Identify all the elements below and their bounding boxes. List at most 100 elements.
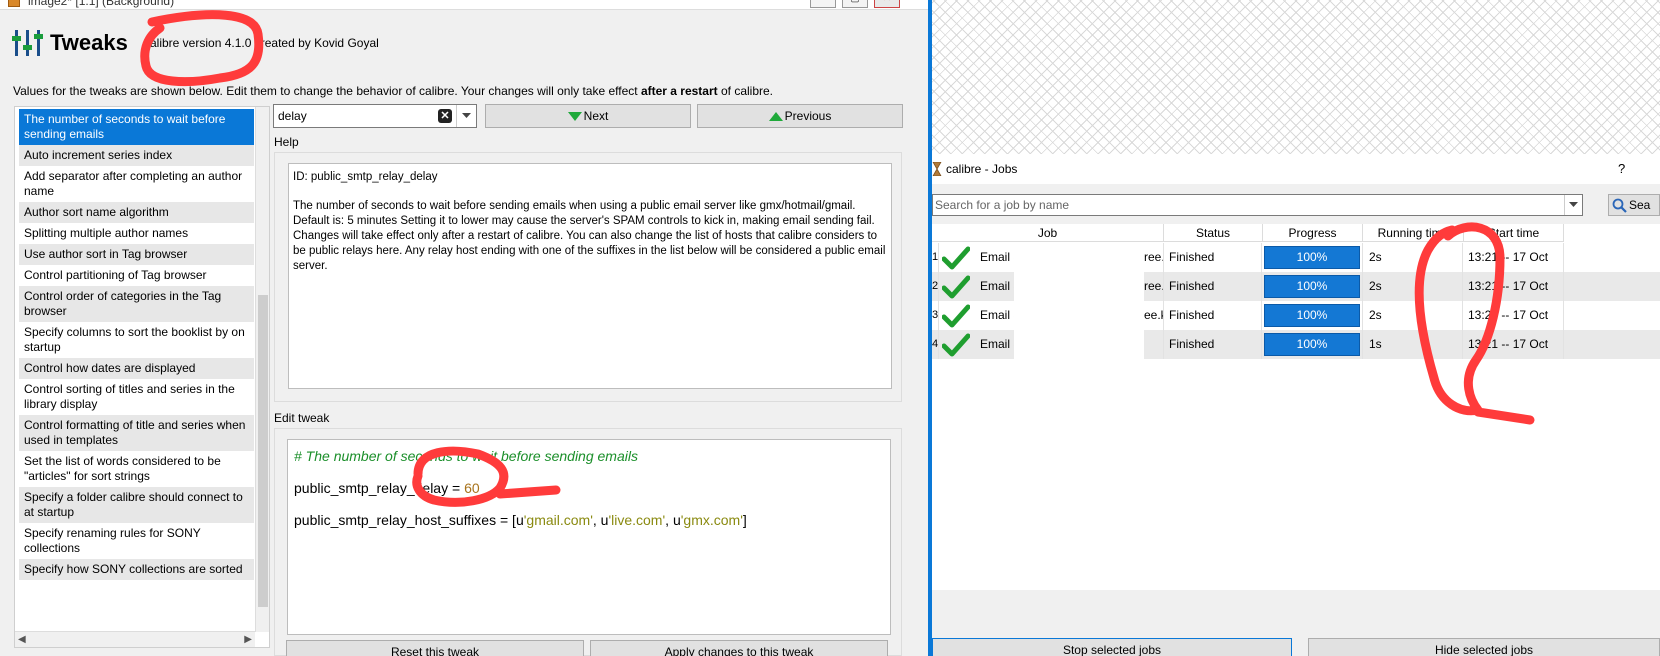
job-row[interactable]: 3 Email See.kindle.comFinished100%2s13:21… — [932, 301, 1660, 330]
tweak-list-item[interactable]: Auto increment series index — [19, 145, 254, 166]
tweak-description: The number of seconds to wait before sen… — [293, 200, 886, 272]
tweak-list-item[interactable]: Control how dates are displayed — [19, 358, 254, 379]
code-separator: , — [592, 512, 601, 528]
column-header-job[interactable]: Job — [932, 224, 1164, 242]
intro-text: Values for the tweaks are shown below. E… — [13, 84, 773, 98]
arrow-up-icon — [768, 111, 783, 121]
job-row[interactable]: 4 Email S Finished 100% 1s 13:21 -- 17 Oct — [932, 330, 1660, 359]
job-name: Email Sree.kindle.com — [980, 272, 1164, 301]
tweak-search-input[interactable] — [278, 107, 428, 125]
scrollbar-thumb[interactable] — [258, 295, 268, 607]
help-button[interactable]: ? — [1618, 161, 1625, 176]
tweak-list-item[interactable]: Control partitioning of Tag browser — [19, 265, 254, 286]
job-search-input[interactable] — [935, 197, 1555, 213]
horizontal-scrollbar[interactable]: ◀ ▶ — [15, 631, 255, 647]
job-progress: 100% — [1263, 272, 1363, 301]
intro-text-start: Values for the tweaks are shown below. E… — [13, 84, 641, 98]
tweak-code-editor[interactable]: # The number of seconds to wait before s… — [287, 439, 891, 635]
redaction-block — [1014, 243, 1144, 272]
row-number: 1 — [932, 243, 939, 272]
code-separator: , — [665, 512, 673, 528]
job-start-time: 13:21 -- 17 Oct — [1464, 301, 1564, 330]
checkmark-icon — [942, 275, 970, 299]
job-progress: 100% — [1263, 330, 1363, 359]
redaction-block — [1014, 272, 1144, 301]
help-label: Help — [274, 135, 299, 149]
stop-selected-jobs-button[interactable]: Stop selected jobs — [932, 638, 1292, 656]
intro-text-bold: after a restart — [640, 84, 718, 98]
hourglass-icon — [932, 162, 942, 176]
code-string: 'gmail.com' — [523, 512, 593, 528]
job-name-end: ree.kindle.com — [1144, 279, 1163, 293]
progress-bar: 100% — [1264, 275, 1360, 298]
tweak-list-item[interactable]: Control order of categories in the Tag b… — [19, 286, 254, 322]
column-header-status[interactable]: Status — [1164, 224, 1263, 242]
code-line-suffixes: public_smtp_relay_host_suffixes = [u'gma… — [294, 510, 884, 530]
tweak-list-item[interactable]: Control formatting of title and series w… — [19, 415, 254, 451]
chevron-down-icon — [1569, 202, 1578, 207]
column-header-start-time[interactable]: Start time — [1464, 224, 1564, 242]
tweak-list-item[interactable]: The number of seconds to wait before sen… — [19, 109, 254, 145]
job-start-time: 13:21 -- 17 Oct — [1464, 272, 1564, 301]
intro-text-end: of calibre. — [717, 84, 774, 98]
tweak-list-item[interactable]: Specify columns to sort the booklist by … — [19, 322, 254, 358]
tweak-list-item[interactable]: Set the list of words considered to be "… — [19, 451, 254, 487]
chevron-down-icon — [462, 113, 471, 118]
column-header-progress[interactable]: Progress — [1263, 224, 1363, 242]
code-delay-name: public_smtp_relay_delay — [294, 480, 449, 496]
tweak-list-item[interactable]: Specify a folder calibre should connect … — [19, 487, 254, 523]
job-running-time: 1s — [1363, 330, 1463, 359]
apply-tweak-button[interactable]: Apply changes to this tweak — [590, 640, 888, 656]
jobs-window-title: calibre - Jobs — [946, 162, 1018, 176]
previous-button[interactable]: Previous — [697, 104, 903, 128]
tweak-list-item[interactable]: Control sorting of titles and series in … — [19, 379, 254, 415]
help-group: ID: public_smtp_relay_delay The number o… — [274, 152, 902, 402]
tweak-list-item[interactable]: Use author sort in Tag browser — [19, 244, 254, 265]
job-search-dropdown[interactable] — [1564, 195, 1582, 215]
jobs-table[interactable]: Job Status Progress Running time Start t… — [932, 224, 1660, 590]
tweak-list-item[interactable]: Specify how SONY collections are sorted — [19, 559, 254, 580]
job-row[interactable]: 2 Email Sree.kindle.comFinished100%2s13:2… — [932, 272, 1660, 301]
job-name-end: ree.kindle.com — [1144, 250, 1163, 264]
tweak-list-item[interactable]: Add separator after completing an author… — [19, 166, 254, 202]
code-delay-value: 60 — [464, 480, 480, 496]
arrow-down-icon — [567, 111, 582, 121]
tweak-id: ID: public_smtp_relay_delay — [293, 171, 438, 183]
maximize-button[interactable]: ▢ — [842, 0, 868, 8]
tweak-list-item[interactable]: Splitting multiple author names — [19, 223, 254, 244]
hide-selected-jobs-button[interactable]: Hide selected jobs — [1308, 638, 1660, 656]
progress-bar: 100% — [1264, 333, 1360, 356]
code-line-delay: public_smtp_relay_delay = 60 — [294, 478, 884, 498]
job-status: Finished — [1164, 301, 1262, 330]
tweak-list[interactable]: The number of seconds to wait before sen… — [14, 106, 270, 648]
tweak-search-box[interactable]: ✕ — [273, 104, 477, 128]
progress-bar: 100% — [1264, 246, 1360, 269]
search-history-dropdown[interactable] — [456, 105, 476, 127]
job-row[interactable]: 1 Email Sree.kindle.comFinished100%2s13:2… — [932, 243, 1660, 272]
row-number: 3 — [932, 301, 939, 330]
redaction-block — [1014, 301, 1144, 330]
scroll-right-icon[interactable]: ▶ — [244, 634, 252, 645]
job-search-box[interactable] — [932, 194, 1583, 216]
column-header-running-time[interactable]: Running time — [1363, 224, 1464, 242]
job-name: Email S — [980, 330, 1164, 359]
tweak-list-item[interactable]: Author sort name algorithm — [19, 202, 254, 223]
job-progress: 100% — [1263, 243, 1363, 272]
job-start-time: 13:21 -- 17 Oct — [1464, 330, 1564, 359]
clear-search-icon[interactable]: ✕ — [438, 109, 452, 123]
scroll-left-icon[interactable]: ◀ — [18, 634, 26, 645]
code-list-open: = [ — [496, 512, 516, 528]
job-search-button[interactable]: Sea — [1608, 194, 1660, 216]
jobs-titlebar: calibre - Jobs ? — [932, 154, 1660, 184]
job-start-time: 13:21 -- 17 Oct — [1464, 243, 1564, 272]
window-title: image2* [1:1] (Background) — [28, 0, 175, 8]
vertical-scrollbar[interactable] — [255, 107, 269, 632]
reset-tweak-button[interactable]: Reset this tweak — [286, 640, 584, 656]
tweak-list-items: The number of seconds to wait before sen… — [19, 109, 254, 580]
previous-button-label: Previous — [784, 109, 832, 123]
minimize-button[interactable]: — — [810, 0, 836, 8]
close-button[interactable]: ✕ — [874, 0, 900, 8]
next-button[interactable]: Next — [485, 104, 691, 128]
tweak-list-item[interactable]: Specify renaming rules for SONY collecti… — [19, 523, 254, 559]
tweaks-sliders-icon — [12, 30, 43, 56]
